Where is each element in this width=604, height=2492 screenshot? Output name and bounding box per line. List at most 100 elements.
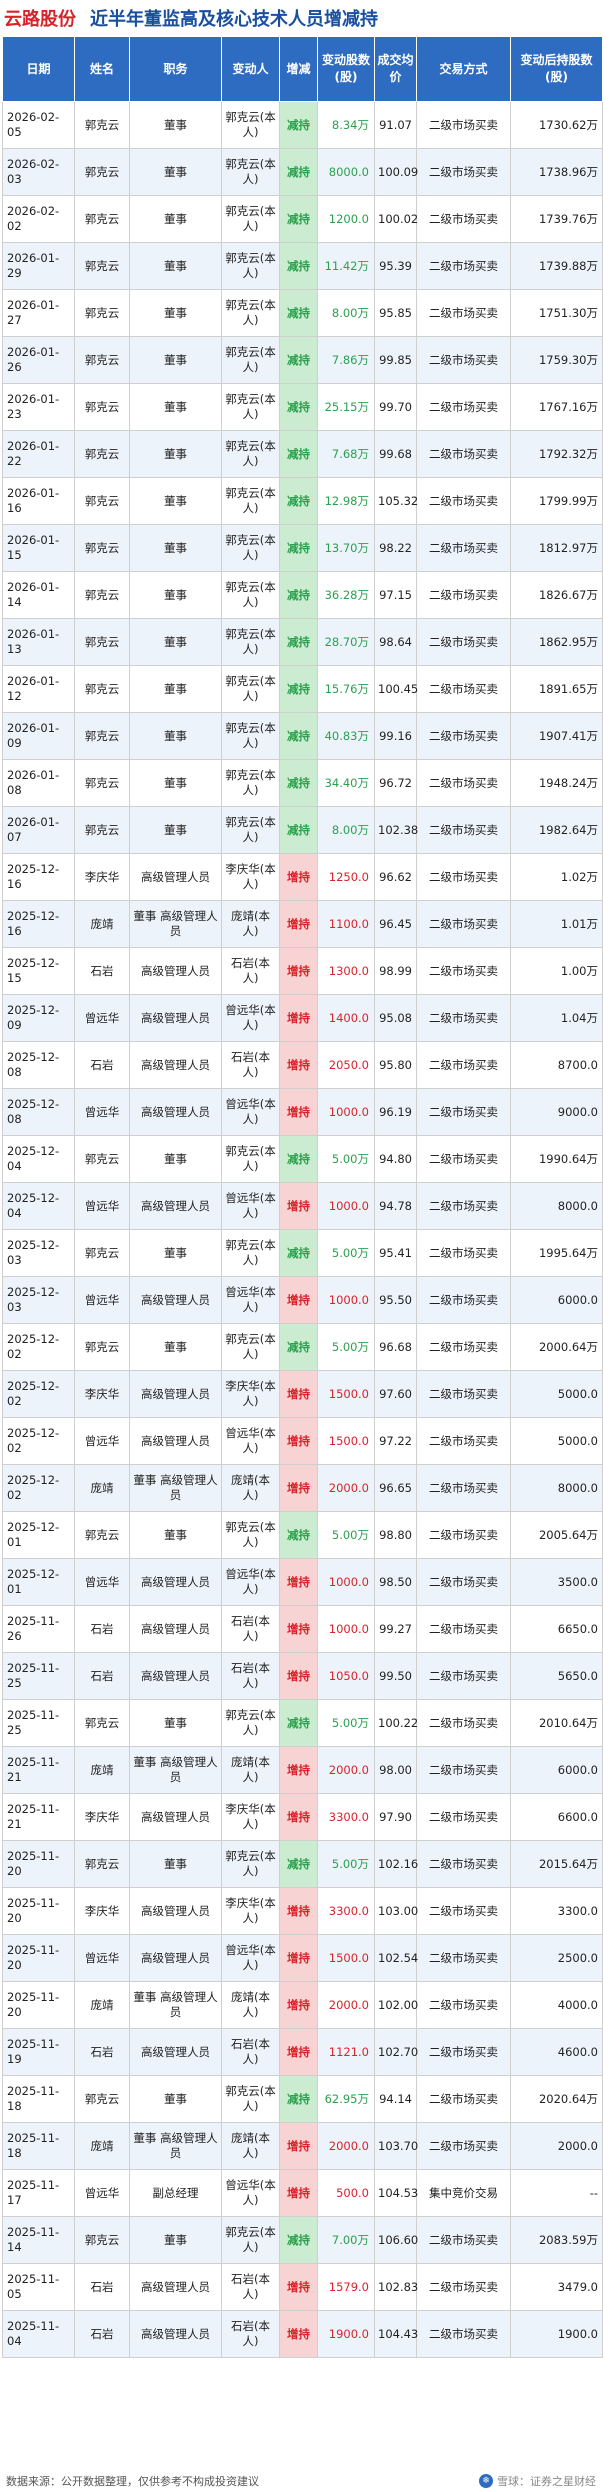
- table-row: 2025-11-25 郭克云 董事 郭克云(本人) 减持 5.00万 100.22 二级市场买…: [2, 1699, 603, 1747]
- table-cell-date: 2025-12-02: [2, 1323, 75, 1371]
- table-cell-name: 郭克云: [74, 148, 130, 196]
- table-cell-date: 2025-12-04: [2, 1182, 75, 1230]
- table-cell-role: 高级管理人员: [129, 1934, 222, 1982]
- table-cell-role: 高级管理人员: [129, 2263, 222, 2311]
- table-cell-person: 郭克云(本人): [221, 148, 280, 196]
- table-cell-dir: 增持: [279, 1981, 318, 2029]
- table-cell-name: 郭克云: [74, 195, 130, 243]
- table-cell-amt: 1300.0: [317, 947, 375, 995]
- table-cell-amt: 5.00万: [317, 1699, 375, 1747]
- table-cell-dir: 增持: [279, 2169, 318, 2217]
- table-cell-dir: 减持: [279, 759, 318, 807]
- table-cell-amt: 34.40万: [317, 759, 375, 807]
- table-row: 2026-01-15 郭克云 董事 郭克云(本人) 减持 13.70万 98.22 二级市场买…: [2, 524, 603, 572]
- table-cell-amt: 15.76万: [317, 665, 375, 713]
- table-row: 2025-12-01 郭克云 董事 郭克云(本人) 减持 5.00万 98.80 二级市场买卖…: [2, 1511, 603, 1559]
- table-cell-date: 2026-01-07: [2, 806, 75, 854]
- table-cell-price: 98.64: [374, 618, 417, 666]
- table-cell-dir: 减持: [279, 2216, 318, 2264]
- table-cell-price: 98.80: [374, 1511, 417, 1559]
- table-cell-method: 二级市场买卖: [416, 853, 511, 901]
- table-cell-role: 董事: [129, 430, 222, 478]
- table-row: 2026-01-12 郭克云 董事 郭克云(本人) 减持 15.76万 100.45 二级市场…: [2, 665, 603, 713]
- table-row: 2025-12-16 李庆华 高级管理人员 李庆华(本人) 增持 1250.0 96.62 二…: [2, 853, 603, 901]
- table-cell-method: 二级市场买卖: [416, 900, 511, 948]
- table-cell-dir: 增持: [279, 994, 318, 1042]
- table-cell-role: 董事 高级管理人员: [129, 2122, 222, 2170]
- table-cell-hold: 1948.24万: [510, 759, 603, 807]
- table-cell-person: 郭克云(本人): [221, 759, 280, 807]
- table-cell-person: 郭克云(本人): [221, 242, 280, 290]
- table-cell-person: 郭克云(本人): [221, 665, 280, 713]
- table-cell-method: 二级市场买卖: [416, 1464, 511, 1512]
- table-cell-person: 郭克云(本人): [221, 101, 280, 149]
- table-cell-person: 庞靖(本人): [221, 900, 280, 948]
- table-cell-role: 高级管理人员: [129, 1793, 222, 1841]
- table-cell-price: 99.70: [374, 383, 417, 431]
- table-cell-name: 郭克云: [74, 665, 130, 713]
- table-cell-hold: 5000.0: [510, 1370, 603, 1418]
- table-cell-price: 105.32: [374, 477, 418, 525]
- table-cell-role: 高级管理人员: [129, 1417, 222, 1465]
- table-cell-date: 2026-01-22: [2, 430, 75, 478]
- table-cell-method: 二级市场买卖: [416, 618, 511, 666]
- table-cell-dir: 减持: [279, 383, 318, 431]
- table-cell-hold: 1738.96万: [510, 148, 603, 196]
- table-cell-amt: 11.42万: [317, 242, 375, 290]
- table-row: 2025-11-19 石岩 高级管理人员 石岩(本人) 增持 1121.0 102.70 二级…: [2, 2028, 603, 2076]
- table-cell-role: 董事: [129, 712, 222, 760]
- column-header: 变动股数(股): [317, 36, 375, 102]
- table-cell-person: 曾远华(本人): [221, 1558, 280, 1606]
- table-cell-name: 曾远华: [74, 1558, 130, 1606]
- table-cell-role: 董事: [129, 336, 222, 384]
- table-cell-method: 二级市场买卖: [416, 2075, 511, 2123]
- table-cell-amt: 2000.0: [317, 1746, 375, 1794]
- table-cell-hold: 1990.64万: [510, 1135, 603, 1183]
- table-cell-price: 94.78: [374, 1182, 417, 1230]
- table-cell-hold: 8700.0: [510, 1041, 603, 1089]
- table-cell-date: 2025-11-20: [2, 1934, 75, 1982]
- table-cell-hold: 2015.64万: [510, 1840, 603, 1888]
- table-cell-method: 二级市场买卖: [416, 712, 511, 760]
- table-cell-method: 二级市场买卖: [416, 1699, 511, 1747]
- table-cell-hold: 1891.65万: [510, 665, 603, 713]
- table-row: 2025-12-15 石岩 高级管理人员 石岩(本人) 增持 1300.0 98.99 二级市…: [2, 947, 603, 995]
- table-cell-amt: 1500.0: [317, 1417, 375, 1465]
- table-row: 2025-11-21 李庆华 高级管理人员 李庆华(本人) 增持 3300.0 97.90 二…: [2, 1793, 603, 1841]
- table-cell-name: 曾远华: [74, 994, 130, 1042]
- table-cell-amt: 500.0: [317, 2169, 375, 2217]
- table-cell-role: 董事: [129, 195, 222, 243]
- table-cell-name: 郭克云: [74, 383, 130, 431]
- table-cell-price: 95.39: [374, 242, 417, 290]
- table-cell-amt: 1900.0: [317, 2310, 375, 2358]
- table-cell-price: 99.68: [374, 430, 417, 478]
- table-cell-price: 102.00: [374, 1981, 418, 2029]
- page-title: 近半年董监高及核心技术人员增减持: [90, 9, 378, 30]
- table-cell-amt: 8.34万: [317, 101, 375, 149]
- table-cell-amt: 7.00万: [317, 2216, 375, 2264]
- table-row: 2025-12-16 庞靖 董事 高级管理人员 庞靖(本人) 增持 1100.0 96.45…: [2, 900, 603, 948]
- footer: 数据来源：公开数据整理，仅供参考不构成投资建议 ❄ 雪球：证券之星财经: [0, 2470, 604, 2492]
- table-cell-dir: 减持: [279, 665, 318, 713]
- table-cell-amt: 1000.0: [317, 1276, 375, 1324]
- table-cell-person: 郭克云(本人): [221, 618, 280, 666]
- table-cell-price: 102.16: [374, 1840, 418, 1888]
- table-cell-dir: 增持: [279, 1746, 318, 1794]
- table-cell-date: 2025-11-25: [2, 1699, 75, 1747]
- table-cell-amt: 1100.0: [317, 900, 375, 948]
- table-cell-person: 郭克云(本人): [221, 1135, 280, 1183]
- table-cell-method: 二级市场买卖: [416, 101, 511, 149]
- table-cell-amt: 8000.0: [317, 148, 375, 196]
- table-cell-amt: 7.68万: [317, 430, 375, 478]
- table-cell-hold: 2083.59万: [510, 2216, 603, 2264]
- table-cell-price: 95.41: [374, 1229, 417, 1277]
- table-cell-amt: 28.70万: [317, 618, 375, 666]
- table-cell-method: 二级市场买卖: [416, 289, 511, 337]
- table-cell-role: 董事: [129, 1323, 222, 1371]
- table-cell-method: 二级市场买卖: [416, 947, 511, 995]
- table-cell-date: 2025-12-15: [2, 947, 75, 995]
- table-cell-dir: 减持: [279, 242, 318, 290]
- table-cell-person: 石岩(本人): [221, 2263, 280, 2311]
- table-row: 2026-01-08 郭克云 董事 郭克云(本人) 减持 34.40万 96.72 二级市场买…: [2, 759, 603, 807]
- column-header: 职务: [129, 36, 222, 102]
